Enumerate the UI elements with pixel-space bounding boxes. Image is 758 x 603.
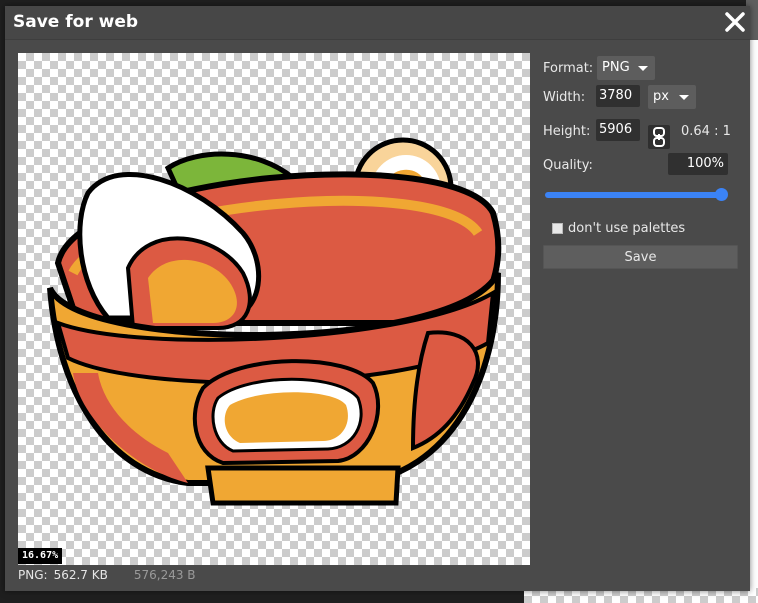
chevron-down-icon	[638, 66, 648, 71]
unit-select[interactable]: px	[648, 85, 696, 109]
chevron-down-icon	[679, 95, 689, 100]
file-size: 562.7 KB	[53, 568, 108, 582]
save-button[interactable]: Save	[543, 245, 738, 269]
save-for-web-dialog: Save for web 16.67% PNG: 562.7 KB 576,24…	[5, 6, 750, 591]
zoom-level: 16.67%	[18, 548, 63, 564]
palette-label: don't use palettes	[568, 221, 686, 236]
palette-checkbox[interactable]	[552, 223, 563, 234]
link-icon[interactable]	[648, 125, 670, 149]
width-input[interactable]: 3780	[596, 85, 640, 107]
file-info: PNG: 562.7 KB 576,243 B	[18, 568, 196, 582]
unit-select-value: px	[653, 89, 669, 104]
height-label: Height:	[543, 124, 591, 139]
file-format: PNG:	[18, 568, 48, 582]
width-label: Width:	[543, 90, 586, 105]
height-input[interactable]: 5906	[596, 119, 640, 141]
ramen-bowl-image	[47, 137, 502, 506]
quality-label: Quality:	[543, 158, 593, 173]
file-bytes: 576,243 B	[133, 568, 196, 582]
export-options-panel: Format: PNG Width: 3780 px Height: 5906 …	[543, 54, 743, 274]
quality-slider-track[interactable]	[545, 192, 723, 198]
dialog-title: Save for web	[13, 12, 139, 32]
quality-input[interactable]: 100%	[668, 153, 728, 175]
aspect-ratio: 0.64 : 1	[681, 124, 731, 139]
format-select-value: PNG	[602, 60, 630, 75]
dialog-titlebar[interactable]: Save for web	[5, 6, 750, 40]
close-icon[interactable]	[722, 9, 748, 35]
quality-slider-handle[interactable]	[715, 188, 728, 201]
image-preview[interactable]	[18, 53, 530, 565]
format-select[interactable]: PNG	[597, 56, 655, 80]
format-label: Format:	[543, 61, 594, 76]
background-canvas-edge	[750, 40, 758, 588]
